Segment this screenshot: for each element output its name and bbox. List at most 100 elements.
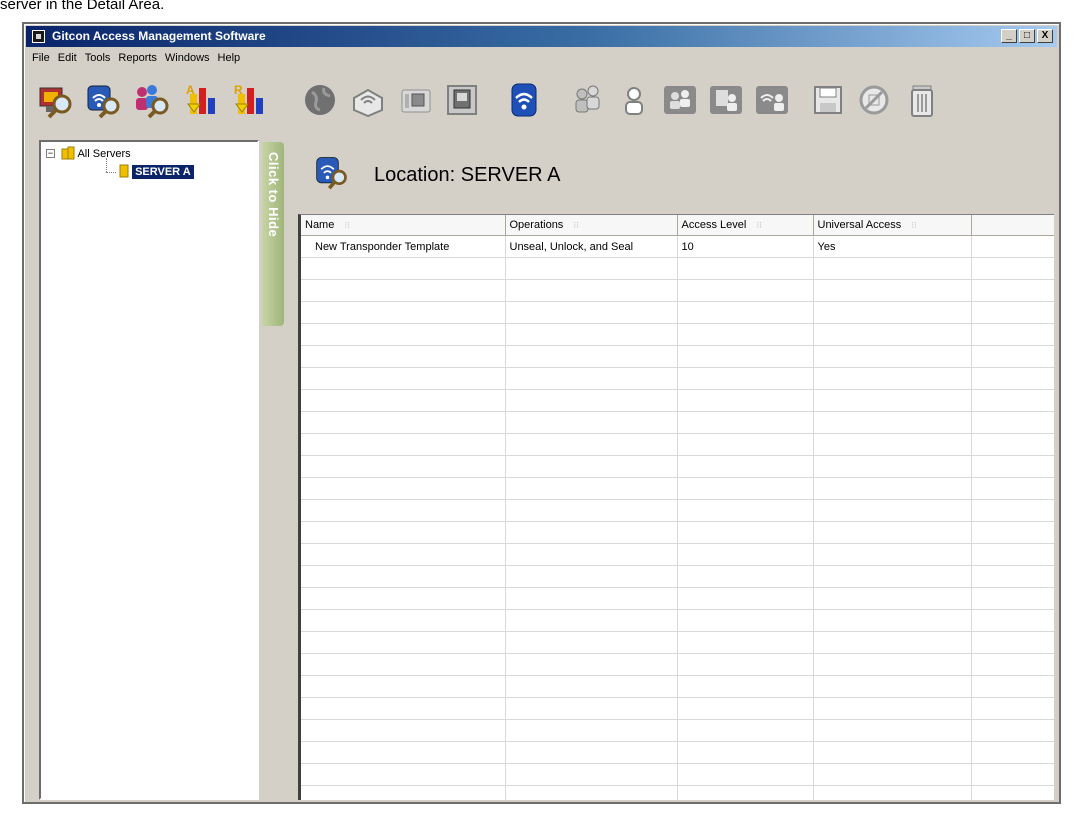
close-button[interactable]: X	[1037, 29, 1053, 43]
tree-item-all-servers[interactable]: All Servers	[61, 146, 131, 160]
empty-cell	[813, 389, 972, 412]
minimize-button[interactable]: _	[1001, 29, 1017, 43]
empty-cell	[813, 631, 972, 654]
empty-cell	[971, 323, 1054, 346]
empty-cell	[677, 675, 814, 698]
empty-cell	[813, 455, 972, 478]
empty-cell	[971, 675, 1054, 698]
cell-name: New Transponder Template	[301, 235, 506, 258]
globe-icon[interactable]	[298, 78, 342, 122]
empty-cell	[813, 653, 972, 676]
panel-icon[interactable]	[440, 78, 484, 122]
empty-cell	[813, 521, 972, 544]
empty-cell	[301, 719, 506, 742]
column-header-name[interactable]: Name ⁝⁝	[301, 215, 506, 236]
empty-cell	[677, 455, 814, 478]
disable-icon[interactable]	[852, 78, 896, 122]
search-computer-icon[interactable]	[34, 78, 78, 122]
maximize-button[interactable]: □	[1019, 29, 1035, 43]
report-r-icon[interactable]: R	[228, 78, 272, 122]
menu-tools[interactable]: Tools	[81, 49, 115, 67]
collapse-icon[interactable]: −	[46, 149, 55, 158]
empty-row	[301, 367, 1054, 390]
empty-cell	[971, 697, 1054, 720]
empty-cell	[301, 609, 506, 632]
empty-cell	[677, 521, 814, 544]
empty-cell	[301, 323, 506, 346]
empty-cell	[505, 565, 678, 588]
empty-cell	[301, 301, 506, 324]
column-header-universal-access[interactable]: Universal Access ⁝⁝	[813, 215, 972, 236]
empty-cell	[813, 323, 972, 346]
empty-cell	[677, 411, 814, 434]
empty-cell	[677, 367, 814, 390]
empty-cell	[677, 345, 814, 368]
empty-cell	[813, 675, 972, 698]
empty-cell	[813, 587, 972, 610]
empty-row	[301, 301, 1054, 324]
gateway-icon[interactable]	[346, 78, 390, 122]
menu-edit[interactable]: Edit	[54, 49, 81, 67]
empty-cell	[677, 499, 814, 522]
column-header-access-level[interactable]: Access Level ⁝⁝	[677, 215, 814, 236]
click-to-hide-tab[interactable]: Click to Hide	[262, 142, 284, 326]
empty-cell	[505, 367, 678, 390]
empty-cell	[677, 565, 814, 588]
empty-cell	[677, 697, 814, 720]
menu-help[interactable]: Help	[214, 49, 245, 67]
toolbar: A R	[34, 76, 1054, 126]
empty-cell	[301, 675, 506, 698]
empty-cell	[677, 323, 814, 346]
empty-cell	[813, 697, 972, 720]
reader-icon[interactable]	[394, 78, 438, 122]
trash-icon[interactable]	[900, 78, 944, 122]
template-grid: Name ⁝⁝ Operations ⁝⁝ Access Level ⁝⁝ Unive…	[298, 214, 1054, 800]
empty-cell	[505, 433, 678, 456]
empty-cell	[301, 697, 506, 720]
empty-row	[301, 411, 1054, 434]
empty-cell	[971, 763, 1054, 786]
empty-cell	[301, 499, 506, 522]
tree-connector	[106, 158, 107, 172]
menu-file[interactable]: File	[28, 49, 54, 67]
menu-reports[interactable]: Reports	[114, 49, 161, 67]
empty-cell	[971, 499, 1054, 522]
empty-cell	[813, 433, 972, 456]
group-transponder-icon[interactable]	[750, 78, 794, 122]
empty-cell	[971, 433, 1054, 456]
empty-row	[301, 345, 1054, 368]
search-transponder-icon[interactable]	[82, 78, 126, 122]
empty-row	[301, 279, 1054, 302]
empty-row	[301, 257, 1054, 280]
table-row[interactable]: New Transponder Template Unseal, Unlock,…	[301, 235, 1054, 258]
empty-cell	[505, 587, 678, 610]
location-transponder-icon	[316, 157, 347, 190]
save-icon[interactable]	[806, 78, 850, 122]
tree-item-label: All Servers	[77, 148, 131, 160]
menu-windows[interactable]: Windows	[161, 49, 214, 67]
empty-cell	[971, 257, 1054, 280]
search-users-icon[interactable]	[130, 78, 174, 122]
empty-cell	[971, 741, 1054, 764]
empty-cell	[301, 741, 506, 764]
empty-cell	[301, 367, 506, 390]
empty-cell	[301, 565, 506, 588]
tree-item-server-a[interactable]: SERVER A	[119, 164, 194, 179]
transponder-icon[interactable]	[502, 78, 546, 122]
empty-cell	[301, 587, 506, 610]
users-group-icon[interactable]	[566, 78, 610, 122]
empty-row	[301, 499, 1054, 522]
group-doors-icon[interactable]	[658, 78, 702, 122]
cell-universal-access: Yes	[813, 235, 972, 258]
empty-row	[301, 587, 1054, 610]
empty-cell	[301, 653, 506, 676]
empty-cell	[971, 609, 1054, 632]
app-window: Gitcon Access Management Software _ □ X …	[22, 22, 1061, 804]
empty-cell	[301, 257, 506, 280]
empty-cell	[677, 631, 814, 654]
user-icon[interactable]	[612, 78, 656, 122]
column-header-operations[interactable]: Operations ⁝⁝	[505, 215, 678, 236]
empty-cell	[677, 741, 814, 764]
report-a-icon[interactable]: A	[180, 78, 224, 122]
group-door-icon[interactable]	[704, 78, 748, 122]
